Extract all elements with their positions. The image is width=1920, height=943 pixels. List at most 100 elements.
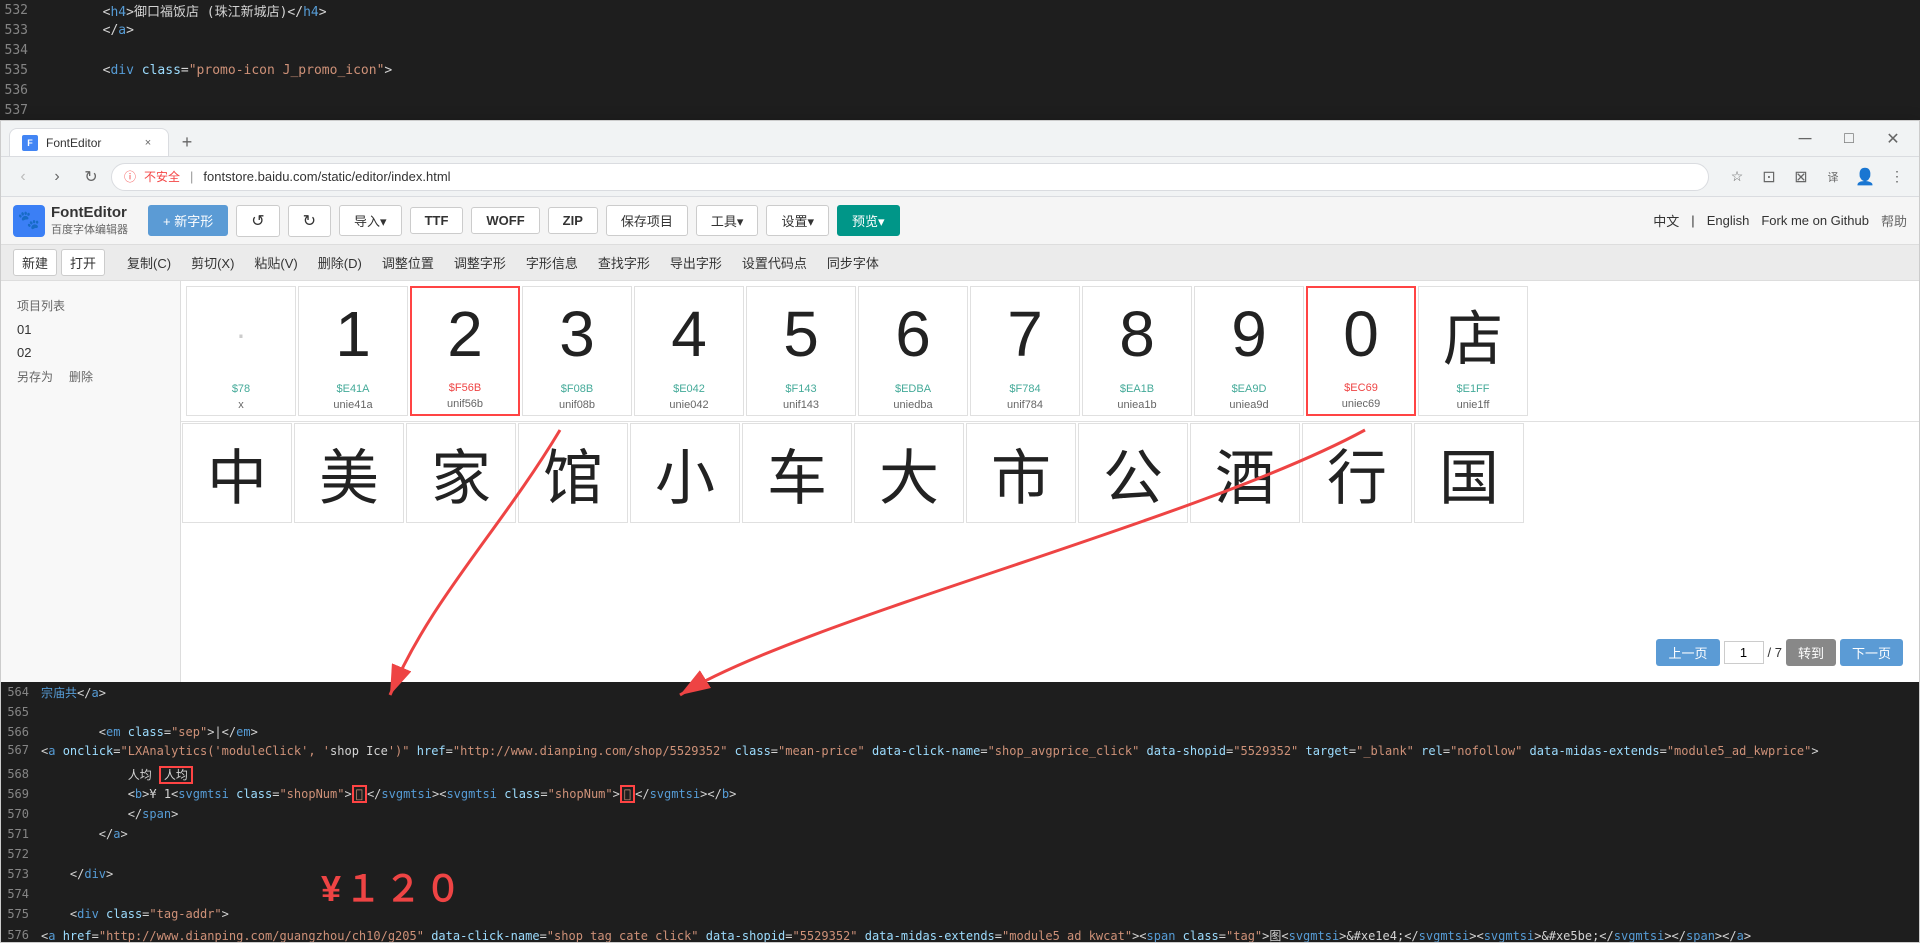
export-glyph-button[interactable]: 导出字形 <box>660 250 732 275</box>
glyph-cell-zh-10[interactable]: 行 <box>1302 423 1412 523</box>
adjust-shape-button[interactable]: 调整字形 <box>444 250 516 275</box>
glyph-cell-6[interactable]: 6 $EDBA uniedba <box>858 286 968 416</box>
user-profile-button[interactable]: 👤 <box>1851 163 1879 191</box>
profile-icon-2[interactable]: ⊠ <box>1787 163 1815 191</box>
sidebar-item-02[interactable]: 02 <box>9 341 172 364</box>
code-line-532: 532 <h4>御口福饭店 (珠江新城店)</h4> <box>0 0 1920 20</box>
forward-button[interactable]: › <box>43 163 71 191</box>
lang-en[interactable]: English <box>1707 213 1750 228</box>
glyph-cell-zh-0[interactable]: 中 <box>182 423 292 523</box>
address-bar: ‹ › ↻ ⓘ 不安全 | fontstore.baidu.com/static… <box>1 157 1919 197</box>
glyph-char-0: · <box>236 287 247 381</box>
glyph-cell-2[interactable]: 2 $F56B unif56b <box>410 286 520 416</box>
glyph-char-11: 店 <box>1443 287 1503 381</box>
lang-zh[interactable]: 中文 <box>1653 211 1679 230</box>
delete-button[interactable]: 删除(D) <box>308 250 372 275</box>
translate-button[interactable]: 译 <box>1819 163 1847 191</box>
profile-icon-1[interactable]: ⊡ <box>1755 163 1783 191</box>
tools-button[interactable]: 工具▾ <box>696 205 759 236</box>
insecure-icon: ⓘ <box>124 168 136 185</box>
fork-label[interactable]: Fork me on Github <box>1761 213 1869 228</box>
adjust-position-button[interactable]: 调整位置 <box>372 250 444 275</box>
glyph-cell-zh-1[interactable]: 美 <box>294 423 404 523</box>
bc-line-568: 568 人均 人均 <box>1 764 1919 784</box>
import-button[interactable]: 导入▾ <box>339 205 402 236</box>
set-codepoint-button[interactable]: 设置代码点 <box>732 250 817 275</box>
sidebar-item-01[interactable]: 01 <box>9 318 172 341</box>
bookmark-button[interactable]: ☆ <box>1723 163 1751 191</box>
goto-button[interactable]: 转到 <box>1786 639 1836 666</box>
glyph-cell-5[interactable]: 5 $F143 unif143 <box>746 286 856 416</box>
menu-button[interactable]: ⋮ <box>1883 163 1911 191</box>
new-glyph-button[interactable]: + 新字形 <box>148 205 228 236</box>
woff-button[interactable]: WOFF <box>471 207 539 234</box>
bc-line-572: 572 <box>1 844 1919 864</box>
copy-button[interactable]: 复制(C) <box>117 250 181 275</box>
glyph-cell-0[interactable]: · $78 x <box>186 286 296 416</box>
find-glyph-button[interactable]: 查找字形 <box>588 250 660 275</box>
bc-line-567: 567 <a onclick="LXAnalytics('moduleClick… <box>1 742 1919 764</box>
cut-button[interactable]: 剪切(X) <box>181 250 244 275</box>
open-file-button[interactable]: 打开 <box>61 249 105 276</box>
glyph-grid-row2: 中 美 家 馆 小 车 大 市 公 酒 行 国 <box>181 421 1919 524</box>
glyph-cell-8[interactable]: 8 $EA1B uniea1b <box>1082 286 1192 416</box>
paste-button[interactable]: 粘贴(V) <box>244 250 307 275</box>
glyph-cell-10[interactable]: 0 $EC69 uniec69 <box>1306 286 1416 416</box>
new-tab-button[interactable]: + <box>173 128 201 156</box>
sidebar-actions: 另存为 删除 <box>9 364 172 389</box>
glyph-cell-zh-3[interactable]: 馆 <box>518 423 628 523</box>
glyph-cell-zh-8[interactable]: 公 <box>1078 423 1188 523</box>
back-button[interactable]: ‹ <box>9 163 37 191</box>
glyph-char-8: 8 <box>1119 287 1155 381</box>
save-project-button[interactable]: 保存项目 <box>606 205 688 236</box>
zip-button[interactable]: ZIP <box>548 207 598 234</box>
glyph-cell-11[interactable]: 店 $E1FF unie1ff <box>1418 286 1528 416</box>
edit-toolbar: 新建 打开 复制(C) 剪切(X) 粘贴(V) 删除(D) 调整位置 调整字形 … <box>1 245 1919 281</box>
sync-font-button[interactable]: 同步字体 <box>817 250 889 275</box>
glyph-cell-zh-2[interactable]: 家 <box>406 423 516 523</box>
glyph-cell-7[interactable]: 7 $F784 unif784 <box>970 286 1080 416</box>
prev-page-button[interactable]: 上一页 <box>1656 639 1719 666</box>
glyph-cell-zh-11[interactable]: 国 <box>1414 423 1524 523</box>
new-file-button[interactable]: 新建 <box>13 249 57 276</box>
glyph-cell-zh-6[interactable]: 大 <box>854 423 964 523</box>
glyph-cell-1[interactable]: 1 $E41A unie41a <box>298 286 408 416</box>
glyph-cell-zh-5[interactable]: 车 <box>742 423 852 523</box>
delete-link[interactable]: 删除 <box>69 368 93 385</box>
glyph-cell-zh-9[interactable]: 酒 <box>1190 423 1300 523</box>
maximize-button[interactable]: □ <box>1831 121 1867 157</box>
glyph-cell-9[interactable]: 9 $EA9D uniea9d <box>1194 286 1304 416</box>
project-list-label: 项目列表 <box>9 293 172 318</box>
next-page-button[interactable]: 下一页 <box>1840 639 1903 666</box>
glyph-cell-zh-4[interactable]: 小 <box>630 423 740 523</box>
undo-button[interactable]: ↺ <box>236 205 279 237</box>
glyph-cell-3[interactable]: 3 $F08B unif08b <box>522 286 632 416</box>
ttf-button[interactable]: TTF <box>410 207 464 234</box>
window-controls: ─ □ ✕ <box>1787 121 1911 157</box>
preview-button[interactable]: 预览▾ <box>837 205 900 236</box>
glyph-cell-4[interactable]: 4 $E042 unie042 <box>634 286 744 416</box>
code-line-533: 533 </a> <box>0 20 1920 40</box>
save-as-link[interactable]: 另存为 <box>17 368 53 385</box>
refresh-button[interactable]: ↻ <box>77 163 105 191</box>
page-number-input[interactable] <box>1724 641 1764 664</box>
tab-bar: F FontEditor × + <box>9 121 201 156</box>
glyph-code-5: $F143 <box>781 381 820 397</box>
close-button[interactable]: ✕ <box>1875 121 1911 157</box>
glyph-info-button[interactable]: 字形信息 <box>516 250 588 275</box>
tab-title: FontEditor <box>46 136 101 150</box>
minimize-button[interactable]: ─ <box>1787 121 1823 157</box>
active-tab[interactable]: F FontEditor × <box>9 128 169 156</box>
bc-line-565: 565 <box>1 702 1919 722</box>
glyph-char-4: 4 <box>671 287 707 381</box>
redo-button[interactable]: ↻ <box>288 205 331 237</box>
address-input-wrap[interactable]: ⓘ 不安全 | fontstore.baidu.com/static/edito… <box>111 163 1709 191</box>
top-code-editor: 532 <h4>御口福饭店 (珠江新城店)</h4> 533 </a> 534 … <box>0 0 1920 140</box>
tab-close-button[interactable]: × <box>140 135 156 151</box>
glyph-grid-row1: · $78 x 1 $E41A unie41a 2 $F56B unif56 <box>181 281 1919 421</box>
code-line-537: 537 <box>0 100 1920 120</box>
glyph-cell-zh-7[interactable]: 市 <box>966 423 1076 523</box>
help-button[interactable]: 帮助 <box>1881 211 1907 230</box>
glyph-name-6: uniedba <box>889 397 936 415</box>
settings-button[interactable]: 设置▾ <box>766 205 829 236</box>
